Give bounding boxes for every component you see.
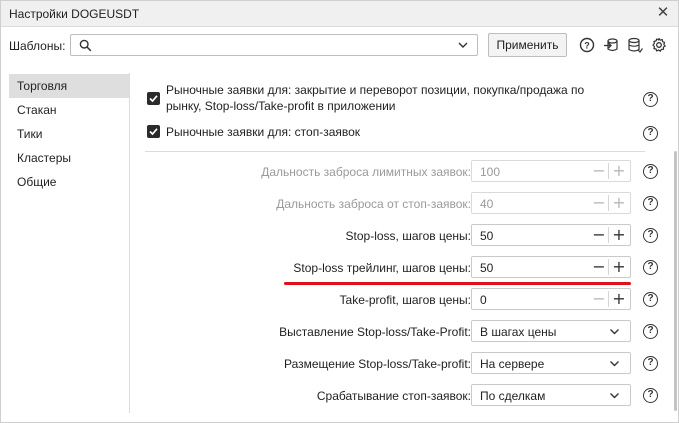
sidebar-item-general[interactable]: Общие bbox=[9, 170, 129, 194]
field-stop-order-distance: Дальность заброса от стоп-заявок: 40 − + bbox=[137, 192, 657, 216]
stop-loss-trailing-spinner[interactable]: 50 − + bbox=[471, 256, 631, 278]
chevron-down-icon[interactable] bbox=[457, 39, 469, 51]
gear-icon[interactable] bbox=[651, 37, 667, 53]
settings-sidebar: Торговля Стакан Тики Кластеры Общие bbox=[9, 73, 130, 413]
check-icon bbox=[149, 128, 158, 136]
window-title: Настройки DOGEUSDT bbox=[9, 7, 140, 21]
search-icon bbox=[79, 39, 92, 52]
templates-label: Шаблоны: bbox=[9, 39, 66, 53]
import-icon[interactable] bbox=[603, 37, 619, 53]
stop-loss-spinner[interactable]: 50 − + bbox=[471, 224, 631, 246]
field-limit-order-distance: Дальность заброса лимитных заявок: 100 −… bbox=[137, 160, 657, 184]
field-take-profit-steps: Take-profit, шагов цены: 0 − + bbox=[137, 288, 657, 312]
settings-window: Настройки DOGEUSDT ✕ Шаблоны: Применить … bbox=[0, 0, 679, 423]
help-icon[interactable]: ? bbox=[643, 356, 658, 371]
templates-row: Шаблоны: Применить ? bbox=[1, 31, 678, 59]
plus-icon[interactable]: + bbox=[610, 194, 628, 212]
field-label: Срабатывание стоп-заявок: bbox=[316, 389, 471, 403]
field-stop-trigger: Срабатывание стоп-заявок: По сделкам bbox=[137, 384, 657, 408]
minus-icon[interactable]: − bbox=[590, 258, 608, 276]
spinner-value: 50 bbox=[480, 261, 494, 275]
stop-orders-checkbox[interactable] bbox=[147, 125, 160, 138]
spinner-separator bbox=[608, 259, 609, 275]
help-icon[interactable]: ? bbox=[643, 260, 658, 275]
field-sl-tp-location: Размещение Stop-loss/Take-profit: На сер… bbox=[137, 352, 657, 376]
minus-icon[interactable]: − bbox=[590, 290, 608, 308]
spinner-value: 40 bbox=[480, 197, 494, 211]
chevron-down-icon bbox=[610, 361, 619, 367]
select-value: В шагах цены bbox=[480, 325, 557, 339]
stop-trigger-select[interactable]: По сделкам bbox=[471, 384, 631, 406]
sidebar-item-trading[interactable]: Торговля bbox=[9, 74, 129, 98]
market-orders-checkbox[interactable] bbox=[147, 92, 160, 105]
spinner-separator bbox=[608, 195, 609, 211]
chevron-down-icon bbox=[610, 329, 619, 335]
svg-text:?: ? bbox=[584, 41, 590, 51]
highlight-underline bbox=[284, 282, 631, 285]
field-stop-loss-steps: Stop-loss, шагов цены: 50 − + bbox=[137, 224, 657, 248]
limit-distance-spinner[interactable]: 100 − + bbox=[471, 160, 631, 182]
templates-search-input[interactable] bbox=[99, 37, 439, 53]
sidebar-item-ticks[interactable]: Тики bbox=[9, 122, 129, 146]
sl-tp-mode-select[interactable]: В шагах цены bbox=[471, 320, 631, 342]
field-stop-loss-trailing: Stop-loss трейлинг, шагов цены: 50 − + bbox=[137, 256, 657, 280]
minus-icon[interactable]: − bbox=[590, 226, 608, 244]
field-label: Выставление Stop-loss/Take-Profit: bbox=[279, 325, 471, 339]
help-icon[interactable]: ? bbox=[643, 196, 658, 211]
select-value: На сервере bbox=[480, 357, 545, 371]
spinner-value: 100 bbox=[480, 165, 501, 179]
spinner-value: 50 bbox=[480, 229, 494, 243]
take-profit-spinner[interactable]: 0 − + bbox=[471, 288, 631, 310]
field-label: Take-profit, шагов цены: bbox=[339, 293, 471, 307]
sidebar-item-clusters[interactable]: Кластеры bbox=[9, 146, 129, 170]
database-icon[interactable] bbox=[627, 37, 643, 53]
help-icon[interactable]: ? bbox=[643, 324, 658, 339]
help-icon[interactable]: ? bbox=[643, 92, 658, 107]
minus-icon[interactable]: − bbox=[590, 194, 608, 212]
market-orders-label-line2: рынку, Stop-loss/Take-profit в приложени… bbox=[166, 99, 396, 113]
section-divider bbox=[145, 151, 645, 152]
field-label: Дальность заброса лимитных заявок: bbox=[261, 165, 471, 179]
help-icon[interactable]: ? bbox=[643, 292, 658, 307]
help-icon[interactable]: ? bbox=[643, 388, 658, 403]
field-label: Stop-loss, шагов цены: bbox=[345, 229, 471, 243]
checkbox-row-market-orders[interactable]: Рыночные заявки для: закрытие и переворо… bbox=[137, 81, 657, 117]
select-value: По сделкам bbox=[480, 389, 546, 403]
market-orders-label-line1: Рыночные заявки для: закрытие и переворо… bbox=[166, 83, 585, 97]
help-icon[interactable]: ? bbox=[643, 126, 658, 141]
stop-orders-label: Рыночные заявки для: стоп-заявок bbox=[166, 125, 361, 139]
title-bar: Настройки DOGEUSDT ✕ bbox=[1, 1, 678, 27]
chevron-down-icon bbox=[610, 393, 619, 399]
stop-distance-spinner[interactable]: 40 − + bbox=[471, 192, 631, 214]
help-icon[interactable]: ? bbox=[579, 37, 595, 53]
close-icon[interactable]: ✕ bbox=[654, 4, 672, 22]
templates-search-combo[interactable] bbox=[70, 34, 478, 56]
settings-content: Рыночные заявки для: закрытие и переворо… bbox=[137, 73, 678, 418]
field-label: Stop-loss трейлинг, шагов цены: bbox=[293, 261, 471, 275]
help-icon[interactable]: ? bbox=[643, 228, 658, 243]
spinner-separator bbox=[608, 163, 609, 179]
spinner-separator bbox=[608, 227, 609, 243]
check-icon bbox=[149, 95, 158, 103]
field-sl-tp-placement-mode: Выставление Stop-loss/Take-Profit: В шаг… bbox=[137, 320, 657, 344]
minus-icon[interactable]: − bbox=[590, 162, 608, 180]
sidebar-item-orderbook[interactable]: Стакан bbox=[9, 98, 129, 122]
plus-icon[interactable]: + bbox=[610, 258, 628, 276]
field-label: Размещение Stop-loss/Take-profit: bbox=[283, 357, 471, 371]
checkbox-row-stop-orders[interactable]: Рыночные заявки для: стоп-заявок bbox=[137, 123, 657, 141]
plus-icon[interactable]: + bbox=[610, 226, 628, 244]
content-scrollbar[interactable] bbox=[674, 151, 677, 411]
spinner-separator bbox=[608, 291, 609, 307]
plus-icon[interactable]: + bbox=[610, 290, 628, 308]
help-icon[interactable]: ? bbox=[643, 164, 658, 179]
spinner-value: 0 bbox=[480, 293, 487, 307]
sl-tp-location-select[interactable]: На сервере bbox=[471, 352, 631, 374]
apply-button[interactable]: Применить bbox=[488, 33, 567, 57]
field-label: Дальность заброса от стоп-заявок: bbox=[276, 197, 471, 211]
plus-icon[interactable]: + bbox=[610, 162, 628, 180]
